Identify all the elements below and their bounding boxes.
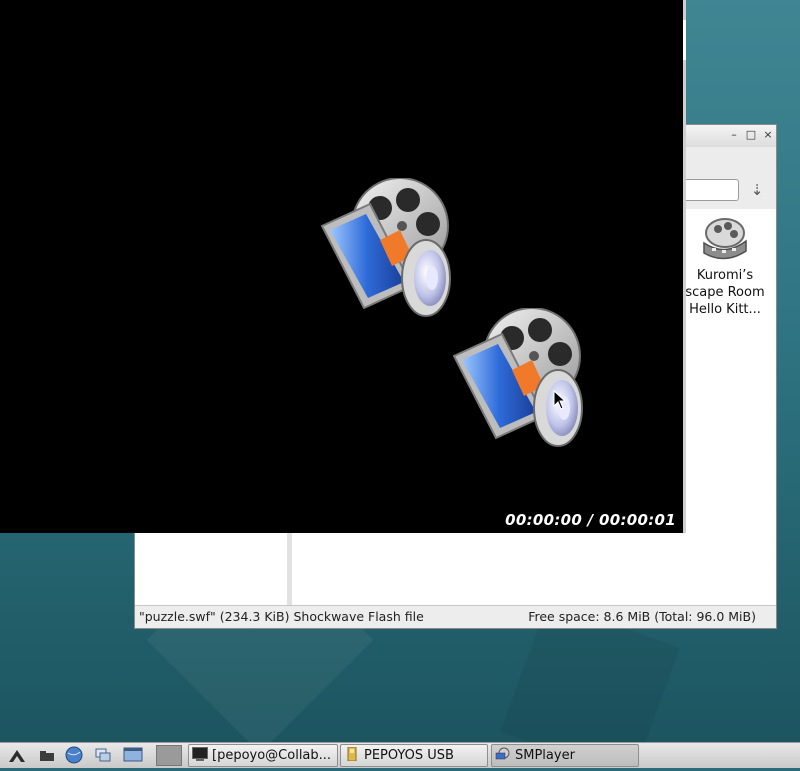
status-free-space: Free space: 8.6 MiB (Total: 96.0 MiB) [528, 609, 756, 624]
go-icon[interactable]: ⇣ [746, 180, 768, 200]
status-file-info: "puzzle.swf" (234.3 KiB) Shockwave Flash… [139, 609, 424, 624]
browser-icon[interactable] [63, 745, 85, 767]
menu-icon[interactable] [6, 745, 28, 767]
time-display: 00:00:00 / 00:00:01 [505, 511, 676, 529]
desktop-icon[interactable] [122, 745, 144, 767]
task-label: [pepoyo@Collab... [212, 748, 332, 763]
task-file-manager[interactable]: PEPOYOS USB [340, 744, 488, 767]
window-border [683, 20, 686, 60]
terminal-icon [192, 747, 208, 761]
maximize-button[interactable]: □ [744, 128, 758, 142]
file-item[interactable]: Kuromi’s scape Room Hello Kitt... [675, 217, 775, 318]
task-smplayer[interactable]: SMPlayer [491, 744, 639, 767]
taskbar: [pepoyo@Collab... PEPOYOS USB SMPlayer [0, 742, 800, 768]
video-file-icon [700, 217, 750, 265]
smplayer-video-area[interactable]: 00:00:00 / 00:00:01 [0, 0, 686, 533]
folder-icon[interactable] [36, 745, 58, 767]
smplayer-logo-icon [452, 308, 583, 447]
desktop: – □ × ⇣ Kuromi’s scape Room Hello Kitt..… [0, 0, 800, 742]
status-bar: "puzzle.swf" (234.3 KiB) Shockwave Flash… [135, 605, 776, 628]
mouse-cursor-icon [553, 390, 567, 410]
window-border [683, 0, 686, 533]
task-terminal[interactable]: [pepoyo@Collab... [188, 744, 338, 767]
close-button[interactable]: × [761, 128, 775, 142]
task-label: SMPlayer [515, 748, 575, 763]
minimize-button[interactable]: – [727, 128, 741, 142]
smplayer-logo-icon [320, 178, 451, 317]
folder-icon [344, 746, 360, 762]
taskbar-separator [156, 745, 182, 766]
file-label: Kuromi’s scape Room Hello Kitt... [685, 268, 765, 317]
task-label: PEPOYOS USB [364, 748, 454, 763]
smplayer-icon [495, 747, 511, 761]
windows-icon[interactable] [92, 745, 114, 767]
